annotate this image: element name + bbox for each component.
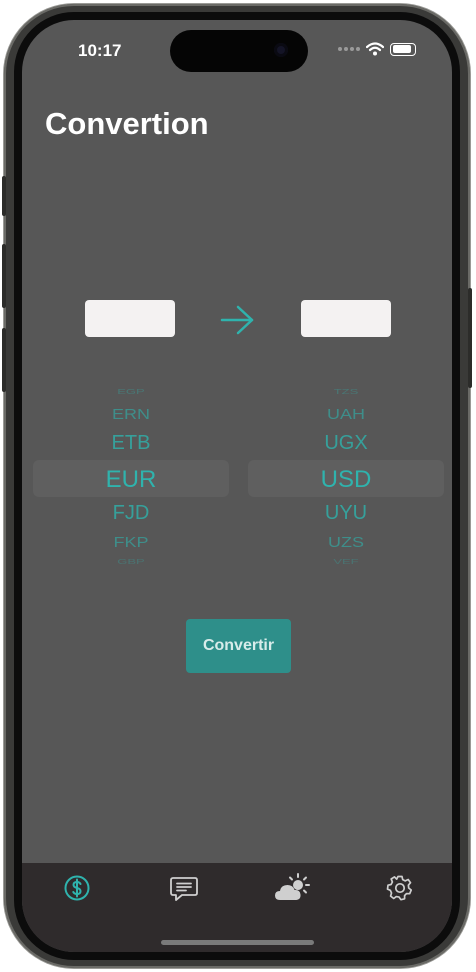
gear-icon bbox=[386, 875, 413, 901]
from-amount-input[interactable] bbox=[85, 300, 175, 337]
home-indicator[interactable] bbox=[161, 940, 314, 945]
picker-item[interactable]: UAH bbox=[248, 406, 444, 423]
tab-bar bbox=[22, 863, 452, 952]
tab-convertion[interactable] bbox=[57, 869, 97, 907]
tab-messages[interactable] bbox=[164, 869, 204, 907]
dynamic-island bbox=[170, 30, 308, 72]
picker-item[interactable]: GBP bbox=[33, 557, 229, 565]
battery-icon bbox=[390, 42, 416, 56]
volume-down-button bbox=[2, 328, 6, 392]
convert-button[interactable]: Convertir bbox=[186, 619, 291, 673]
to-amount-input[interactable] bbox=[301, 300, 391, 337]
message-icon bbox=[170, 877, 198, 901]
wifi-icon bbox=[366, 42, 384, 56]
signal-icon bbox=[338, 47, 360, 51]
picker-item[interactable]: VEF bbox=[248, 557, 444, 565]
screen: 10:17 Convertion EGP ERN ETB EUR FJD FKP… bbox=[22, 20, 452, 952]
from-currency-picker[interactable]: EGP ERN ETB EUR FJD FKP GBP bbox=[33, 380, 229, 570]
picker-item-selected[interactable]: EUR bbox=[33, 466, 229, 494]
power-button bbox=[468, 288, 472, 388]
to-currency-picker[interactable]: TZS UAH UGX USD UYU UZS VEF bbox=[248, 380, 444, 570]
picker-item-selected[interactable]: USD bbox=[248, 466, 444, 494]
picker-item[interactable]: FKP bbox=[33, 534, 229, 551]
action-button bbox=[2, 176, 6, 216]
front-camera bbox=[274, 43, 288, 57]
picker-item[interactable]: ETB bbox=[33, 432, 229, 455]
picker-item[interactable]: EGP bbox=[33, 387, 229, 395]
dollar-circle-icon bbox=[64, 875, 90, 901]
tab-weather[interactable] bbox=[273, 869, 313, 907]
page-title: Convertion bbox=[45, 106, 209, 141]
picker-item[interactable]: ERN bbox=[33, 406, 229, 423]
arrow-right-icon bbox=[220, 305, 254, 335]
weather-icon bbox=[275, 873, 310, 900]
picker-item[interactable]: UGX bbox=[248, 432, 444, 455]
status-indicators bbox=[338, 42, 416, 56]
picker-item[interactable]: FJD bbox=[33, 502, 229, 525]
tab-settings[interactable] bbox=[380, 869, 420, 907]
status-time: 10:17 bbox=[78, 41, 122, 60]
picker-item[interactable]: UYU bbox=[248, 502, 444, 525]
picker-item[interactable]: TZS bbox=[248, 387, 444, 395]
picker-item[interactable]: UZS bbox=[248, 534, 444, 551]
volume-up-button bbox=[2, 244, 6, 308]
